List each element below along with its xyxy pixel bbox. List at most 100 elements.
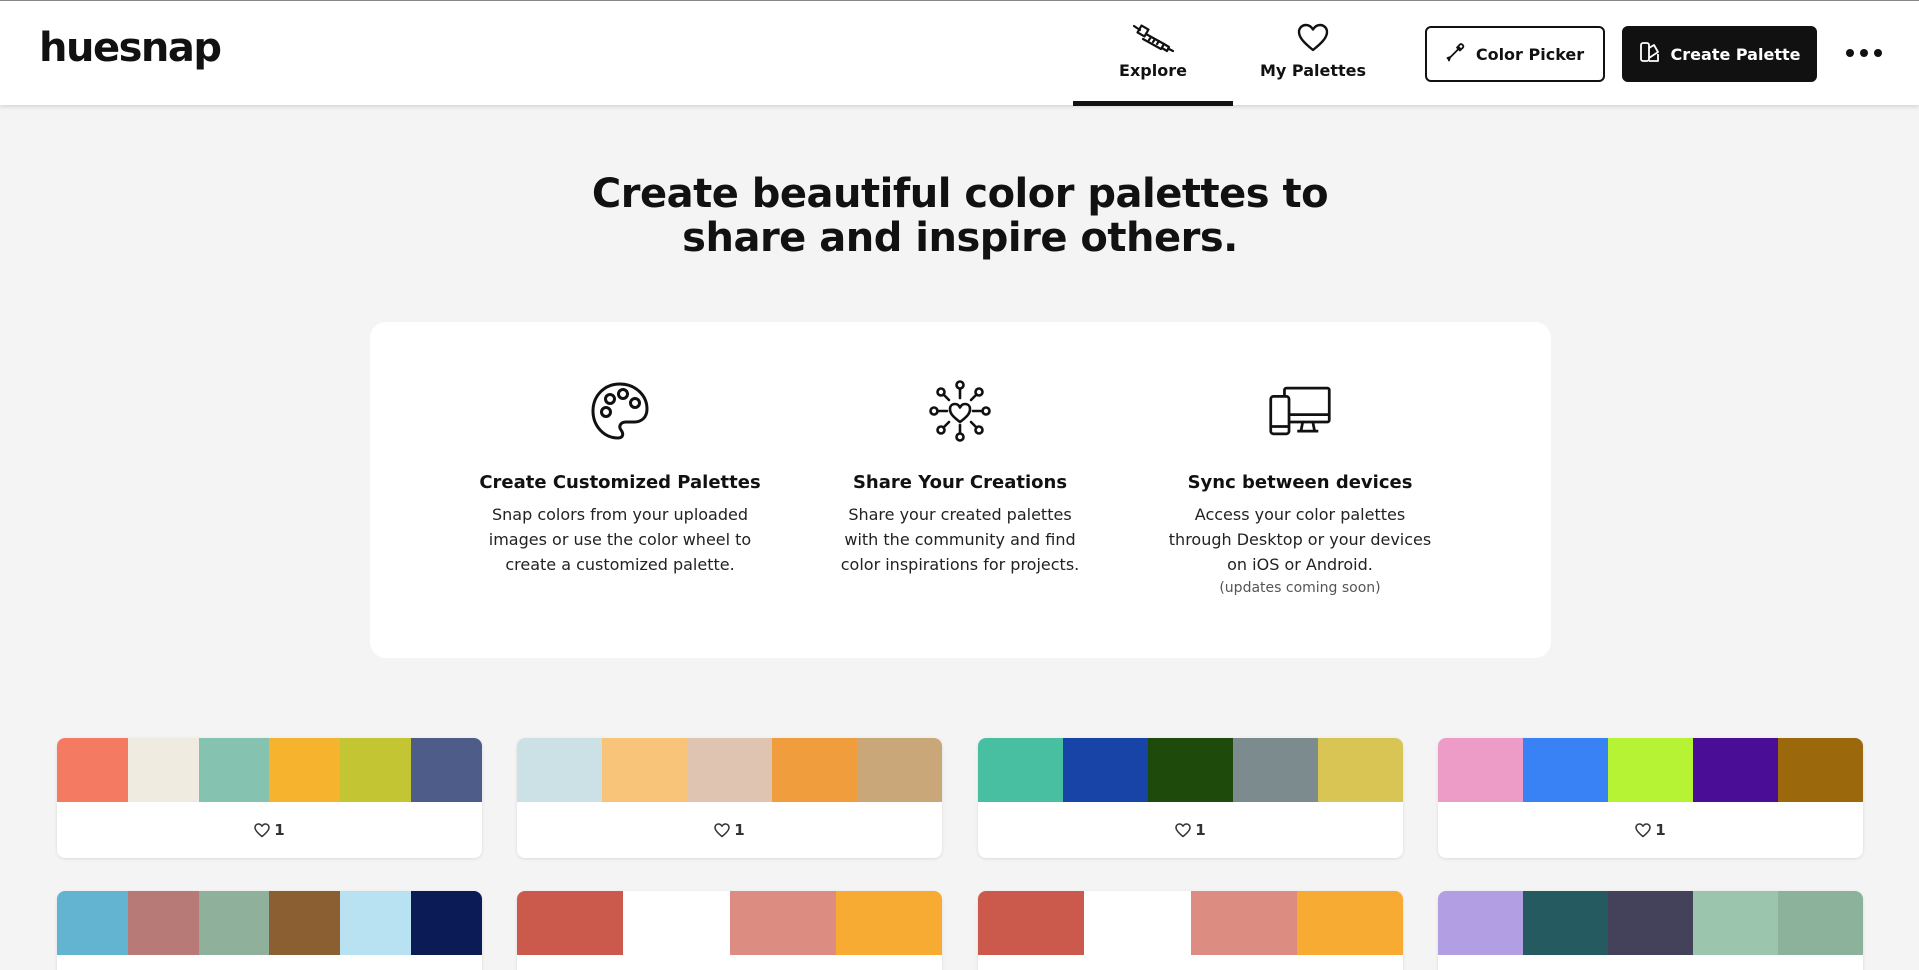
color-swatch[interactable]: [127, 891, 199, 955]
color-swatch[interactable]: [340, 891, 412, 955]
palette-card[interactable]: [1438, 891, 1863, 970]
color-swatch[interactable]: [269, 891, 341, 955]
palette-card[interactable]: 1: [1438, 738, 1863, 858]
like-count: 1: [1195, 821, 1206, 839]
color-swatch[interactable]: [1233, 738, 1318, 802]
palette-card[interactable]: 1: [517, 738, 942, 858]
color-swatch[interactable]: [57, 738, 128, 802]
palette-swatches[interactable]: [1438, 738, 1863, 802]
color-swatch[interactable]: [198, 738, 270, 802]
palette-swatch-icon: [1639, 41, 1661, 67]
palette-swatches[interactable]: [978, 738, 1403, 802]
like-count: 1: [734, 821, 745, 839]
color-swatch[interactable]: [1523, 891, 1608, 955]
like-button[interactable]: 1: [1438, 802, 1863, 858]
color-picker-button[interactable]: Color Picker: [1425, 26, 1605, 82]
heart-icon: [1297, 21, 1329, 55]
color-swatch[interactable]: [772, 738, 857, 802]
color-swatch[interactable]: [1296, 891, 1403, 955]
color-swatch[interactable]: [687, 738, 772, 802]
color-swatch[interactable]: [602, 738, 687, 802]
color-swatch[interactable]: [517, 738, 602, 802]
color-swatch[interactable]: [978, 891, 1085, 955]
feature-desc-line: on iOS or Android.: [1227, 555, 1373, 574]
like-count: 1: [1655, 821, 1666, 839]
color-swatch[interactable]: [1693, 891, 1778, 955]
color-swatch[interactable]: [411, 738, 482, 802]
palette-card[interactable]: [978, 891, 1403, 970]
palette-card[interactable]: 1: [57, 738, 482, 858]
color-swatch[interactable]: [1190, 891, 1297, 955]
like-button[interactable]: 1: [57, 802, 482, 858]
like-button[interactable]: [1438, 955, 1863, 970]
feature-description: Snap colors from your uploaded images or…: [480, 502, 760, 577]
color-swatch[interactable]: [411, 891, 482, 955]
color-swatch[interactable]: [1523, 738, 1608, 802]
color-swatch[interactable]: [1438, 891, 1523, 955]
hero-line-2: share and inspire others.: [682, 215, 1238, 261]
feature-desc-line: through Desktop or your devices: [1168, 530, 1432, 549]
color-swatch[interactable]: [127, 738, 199, 802]
color-swatch[interactable]: [1608, 738, 1693, 802]
palette-swatches[interactable]: [57, 891, 482, 955]
color-swatch[interactable]: [1148, 738, 1233, 802]
palette-card[interactable]: [517, 891, 942, 970]
color-swatch[interactable]: [623, 891, 730, 955]
feature-desc-line: with the community and find: [844, 530, 1076, 549]
color-swatch[interactable]: [835, 891, 942, 955]
logo[interactable]: huesnap: [39, 25, 222, 71]
feature-title: Create Customized Palettes: [479, 472, 761, 493]
palette-card[interactable]: [57, 891, 482, 970]
color-swatch[interactable]: [1778, 891, 1863, 955]
palette-card[interactable]: 1: [978, 738, 1403, 858]
color-swatch[interactable]: [1693, 738, 1778, 802]
create-palette-label: Create Palette: [1670, 44, 1801, 64]
color-swatch[interactable]: [1438, 738, 1523, 802]
color-swatch[interactable]: [1063, 738, 1148, 802]
hero-heading: Create beautiful color palettes to share…: [560, 172, 1360, 260]
feature-description: Share your created palettes with the com…: [820, 502, 1100, 577]
color-swatch[interactable]: [1778, 738, 1863, 802]
heart-icon: [714, 822, 731, 838]
color-swatch[interactable]: [57, 891, 128, 955]
like-button[interactable]: 1: [517, 802, 942, 858]
tab-my-palettes[interactable]: My Palettes: [1233, 1, 1393, 106]
feature-desc-line: create a customized palette.: [505, 555, 735, 574]
color-swatch[interactable]: [340, 738, 412, 802]
feature-description: Access your color palettes through Deskt…: [1160, 502, 1440, 577]
like-button[interactable]: 1: [978, 802, 1403, 858]
palette-swatches[interactable]: [57, 738, 482, 802]
tab-explore[interactable]: Explore: [1073, 1, 1233, 106]
palette-icon: [588, 379, 652, 443]
color-swatch[interactable]: [269, 738, 341, 802]
eyedropper-icon: [1131, 21, 1175, 55]
more-options-icon[interactable]: [1846, 41, 1882, 65]
color-swatch[interactable]: [1084, 891, 1191, 955]
tab-my-palettes-label: My Palettes: [1259, 61, 1367, 80]
like-button[interactable]: [978, 955, 1403, 970]
palette-swatches[interactable]: [517, 891, 942, 955]
devices-icon: [1268, 379, 1332, 443]
like-button[interactable]: [57, 955, 482, 970]
feature-desc-line: images or use the color wheel to: [488, 530, 752, 549]
color-swatch[interactable]: [517, 891, 624, 955]
heart-icon: [1175, 822, 1192, 838]
features-card: Create Customized Palettes Snap colors f…: [370, 322, 1551, 658]
tab-explore-label: Explore: [1119, 61, 1187, 80]
palette-swatches[interactable]: [978, 891, 1403, 955]
create-palette-button[interactable]: Create Palette: [1622, 26, 1817, 82]
color-swatch[interactable]: [198, 891, 270, 955]
palette-swatches[interactable]: [517, 738, 942, 802]
like-button[interactable]: [517, 955, 942, 970]
network-heart-icon: [928, 379, 992, 443]
color-swatch[interactable]: [978, 738, 1063, 802]
color-swatch[interactable]: [729, 891, 836, 955]
palette-swatches[interactable]: [1438, 891, 1863, 955]
feature-desc-line: color inspirations for projects.: [840, 555, 1080, 574]
feature-desc-line: Share your created palettes: [848, 505, 1072, 524]
color-swatch[interactable]: [857, 738, 942, 802]
color-swatch[interactable]: [1608, 891, 1693, 955]
color-swatch[interactable]: [1318, 738, 1403, 802]
heart-icon: [254, 822, 271, 838]
feature-title: Share Your Creations: [852, 472, 1068, 493]
